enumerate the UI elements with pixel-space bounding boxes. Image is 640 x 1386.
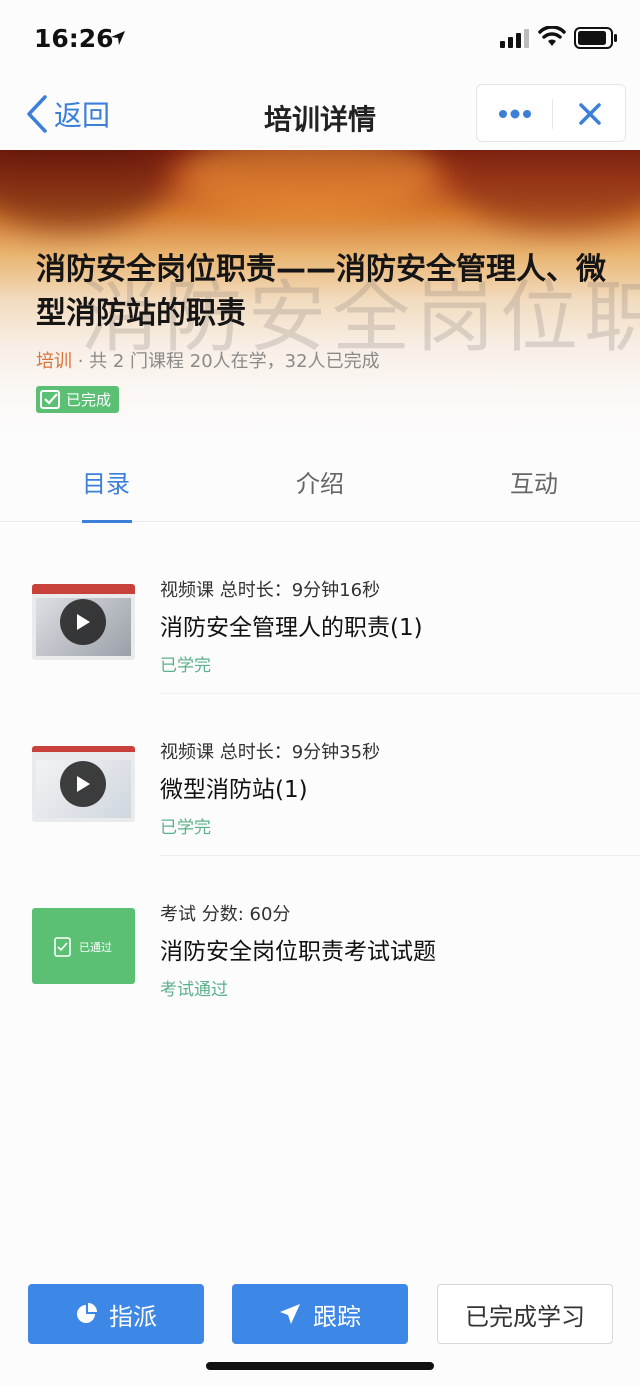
video-thumbnail xyxy=(32,584,135,660)
video-thumbnail xyxy=(32,746,135,822)
item-status: 已学完 xyxy=(160,818,211,838)
nav-bar: 返回 培训详情 xyxy=(0,78,640,150)
tab-intro[interactable]: 介绍 xyxy=(296,464,344,499)
exam-thumbnail: 已通过 xyxy=(32,908,135,984)
close-button[interactable] xyxy=(553,85,627,143)
item-type-duration: 视频课 总时长：9分钟16秒 xyxy=(160,580,381,601)
assign-button[interactable]: 指派 xyxy=(28,1284,204,1344)
course-item-video-2[interactable]: 视频课 总时长：9分钟35秒 微型消防站(1) 已学完 xyxy=(0,694,640,856)
course-hero: 消防安全岗位职责 消防安全岗位职责——消防安全管理人、微型消防站的职责 培训 ·… xyxy=(0,150,640,440)
home-indicator xyxy=(206,1362,434,1370)
assign-label: 指派 xyxy=(109,1302,157,1331)
item-status: 已学完 xyxy=(160,656,211,676)
flame-decoration xyxy=(180,150,440,220)
miniapp-capsule xyxy=(476,84,626,142)
play-icon xyxy=(60,761,106,807)
item-title: 消防安全管理人的职责(1) xyxy=(160,615,423,641)
certificate-check-icon xyxy=(40,389,60,409)
exam-thumbnail-label: 已通过 xyxy=(79,941,112,954)
thumbnail-header-strip xyxy=(32,584,135,594)
item-status: 考试通过 xyxy=(160,980,228,1000)
status-time: 16:26 xyxy=(34,24,114,53)
complete-learning-button[interactable]: 已完成学习 xyxy=(437,1284,613,1344)
more-dots-icon xyxy=(498,109,531,119)
course-stats: · 共 2 门课程 20人在学，32人已完成 xyxy=(72,351,380,372)
battery-icon xyxy=(574,27,618,53)
flame-decoration xyxy=(0,150,170,230)
active-tab-indicator xyxy=(82,520,132,523)
completed-badge-label: 已完成 xyxy=(66,391,112,409)
item-type-duration: 视频课 总时长：9分钟35秒 xyxy=(160,742,381,763)
exam-paper-icon xyxy=(54,937,71,957)
course-item-exam[interactable]: 已通过 考试 分数: 60分 消防安全岗位职责考试试题 考试通过 xyxy=(0,856,640,1018)
wifi-icon xyxy=(538,25,566,52)
item-title: 消防安全岗位职责考试试题 xyxy=(160,939,436,965)
exam-thumbnail-content: 已通过 xyxy=(52,936,112,958)
status-bar: 16:26 xyxy=(0,0,640,78)
tab-bar: 目录 介绍 互动 xyxy=(0,440,640,523)
item-type-score: 考试 分数: 60分 xyxy=(160,904,291,925)
course-item-video-1[interactable]: 视频课 总时长：9分钟16秒 消防安全管理人的职责(1) 已学完 xyxy=(0,532,640,694)
pie-chart-icon xyxy=(77,1303,97,1323)
cellular-signal-icon xyxy=(500,28,530,52)
completed-badge: 已完成 xyxy=(36,386,120,413)
location-arrow-icon xyxy=(110,30,126,50)
send-arrow-icon xyxy=(280,1304,300,1324)
item-title: 微型消防站(1) xyxy=(160,777,308,803)
close-icon xyxy=(579,103,601,125)
more-button[interactable] xyxy=(477,85,552,143)
course-meta: 培训 · 共 2 门课程 20人在学，32人已完成 xyxy=(36,347,380,373)
flame-decoration xyxy=(450,150,640,230)
course-title: 消防安全岗位职责——消防安全管理人、微型消防站的职责 xyxy=(36,252,606,331)
track-button[interactable]: 跟踪 xyxy=(232,1284,408,1344)
course-category-tag: 培训 xyxy=(36,351,72,372)
play-icon xyxy=(60,599,106,645)
thumbnail-header-strip xyxy=(32,746,135,752)
track-label: 跟踪 xyxy=(313,1302,361,1331)
tab-catalog[interactable]: 目录 xyxy=(82,464,130,499)
tab-interaction[interactable]: 互动 xyxy=(510,464,558,499)
complete-learning-label: 已完成学习 xyxy=(465,1302,585,1331)
